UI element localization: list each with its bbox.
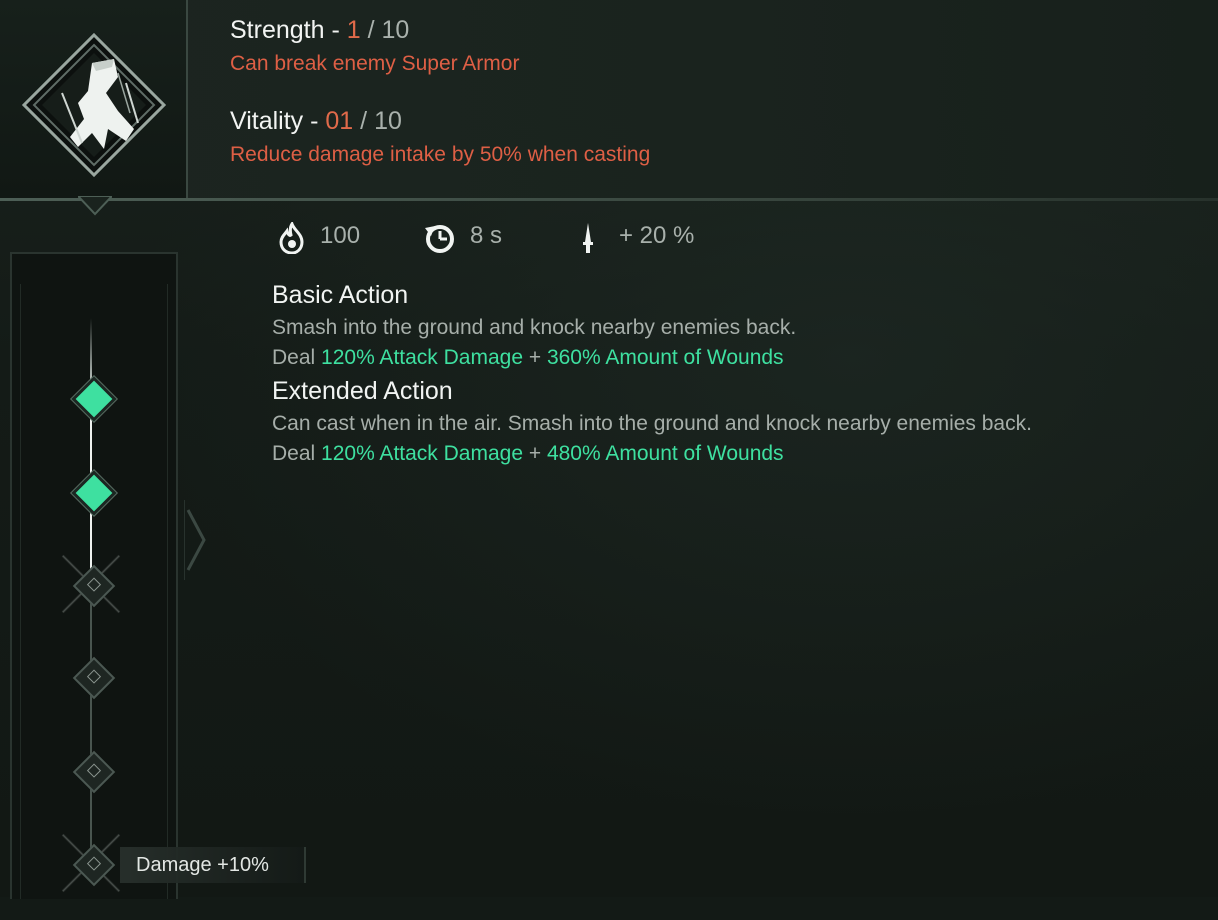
extended-action-desc: Can cast when in the air. Smash into the… [272,412,1032,435]
expand-chevron-icon[interactable] [184,500,214,580]
skill-icon-column [0,0,188,198]
tree-connector [90,690,92,756]
strength-desc: Can break enemy Super Armor [230,52,520,75]
vitality-separator: / [360,107,368,135]
flame-icon [279,222,304,254]
claw-smash-icon[interactable] [22,33,166,177]
plus-sign: + [528,346,542,369]
dagger-icon [583,223,593,253]
strength-separator: / [367,16,375,44]
vitality-value: 01 [325,107,354,135]
attack-damage: 120% Attack Damage [321,442,523,465]
cooldown-clock-icon [425,225,454,253]
deal-label: Deal [272,346,316,369]
cooldown-stat: 8 s [423,222,543,254]
bonus-value: + 20 % [619,222,695,249]
strength-max: 10 [381,16,410,44]
wounds-damage: 360% Amount of Wounds [546,346,784,369]
bonus-stat: + 20 % [580,222,730,254]
strength-label: Strength - [230,16,340,44]
cooldown-value: 8 s [470,222,503,249]
plus-sign: + [528,442,542,465]
wounds-damage: 480% Amount of Wounds [546,442,784,465]
icon-notch [78,196,112,216]
extended-action-title: Extended Action [272,377,453,405]
strength-value: 1 [346,16,361,44]
vitality-desc: Reduce damage intake by 50% when casting [230,143,651,166]
cost-stat: 100 [278,222,398,254]
basic-action-title: Basic Action [272,281,409,309]
node-bonus-tag: Damage +10% [120,847,306,883]
vitality-label: Vitality - [230,107,319,135]
extended-action-damage: Deal 120% Attack Damage + 480% Amount of… [272,442,784,466]
basic-action-desc: Smash into the ground and knock nearby e… [272,316,797,339]
deal-label: Deal [272,442,316,465]
cost-value: 100 [320,222,361,249]
strength-line: Strength - 1 / 10 [230,16,409,45]
vitality-max: 10 [374,107,402,135]
basic-action-damage: Deal 120% Attack Damage + 360% Amount of… [272,346,784,370]
vitality-line: Vitality - 01 / 10 [230,107,402,136]
header-divider [0,198,1218,201]
attack-damage: 120% Attack Damage [321,346,523,369]
